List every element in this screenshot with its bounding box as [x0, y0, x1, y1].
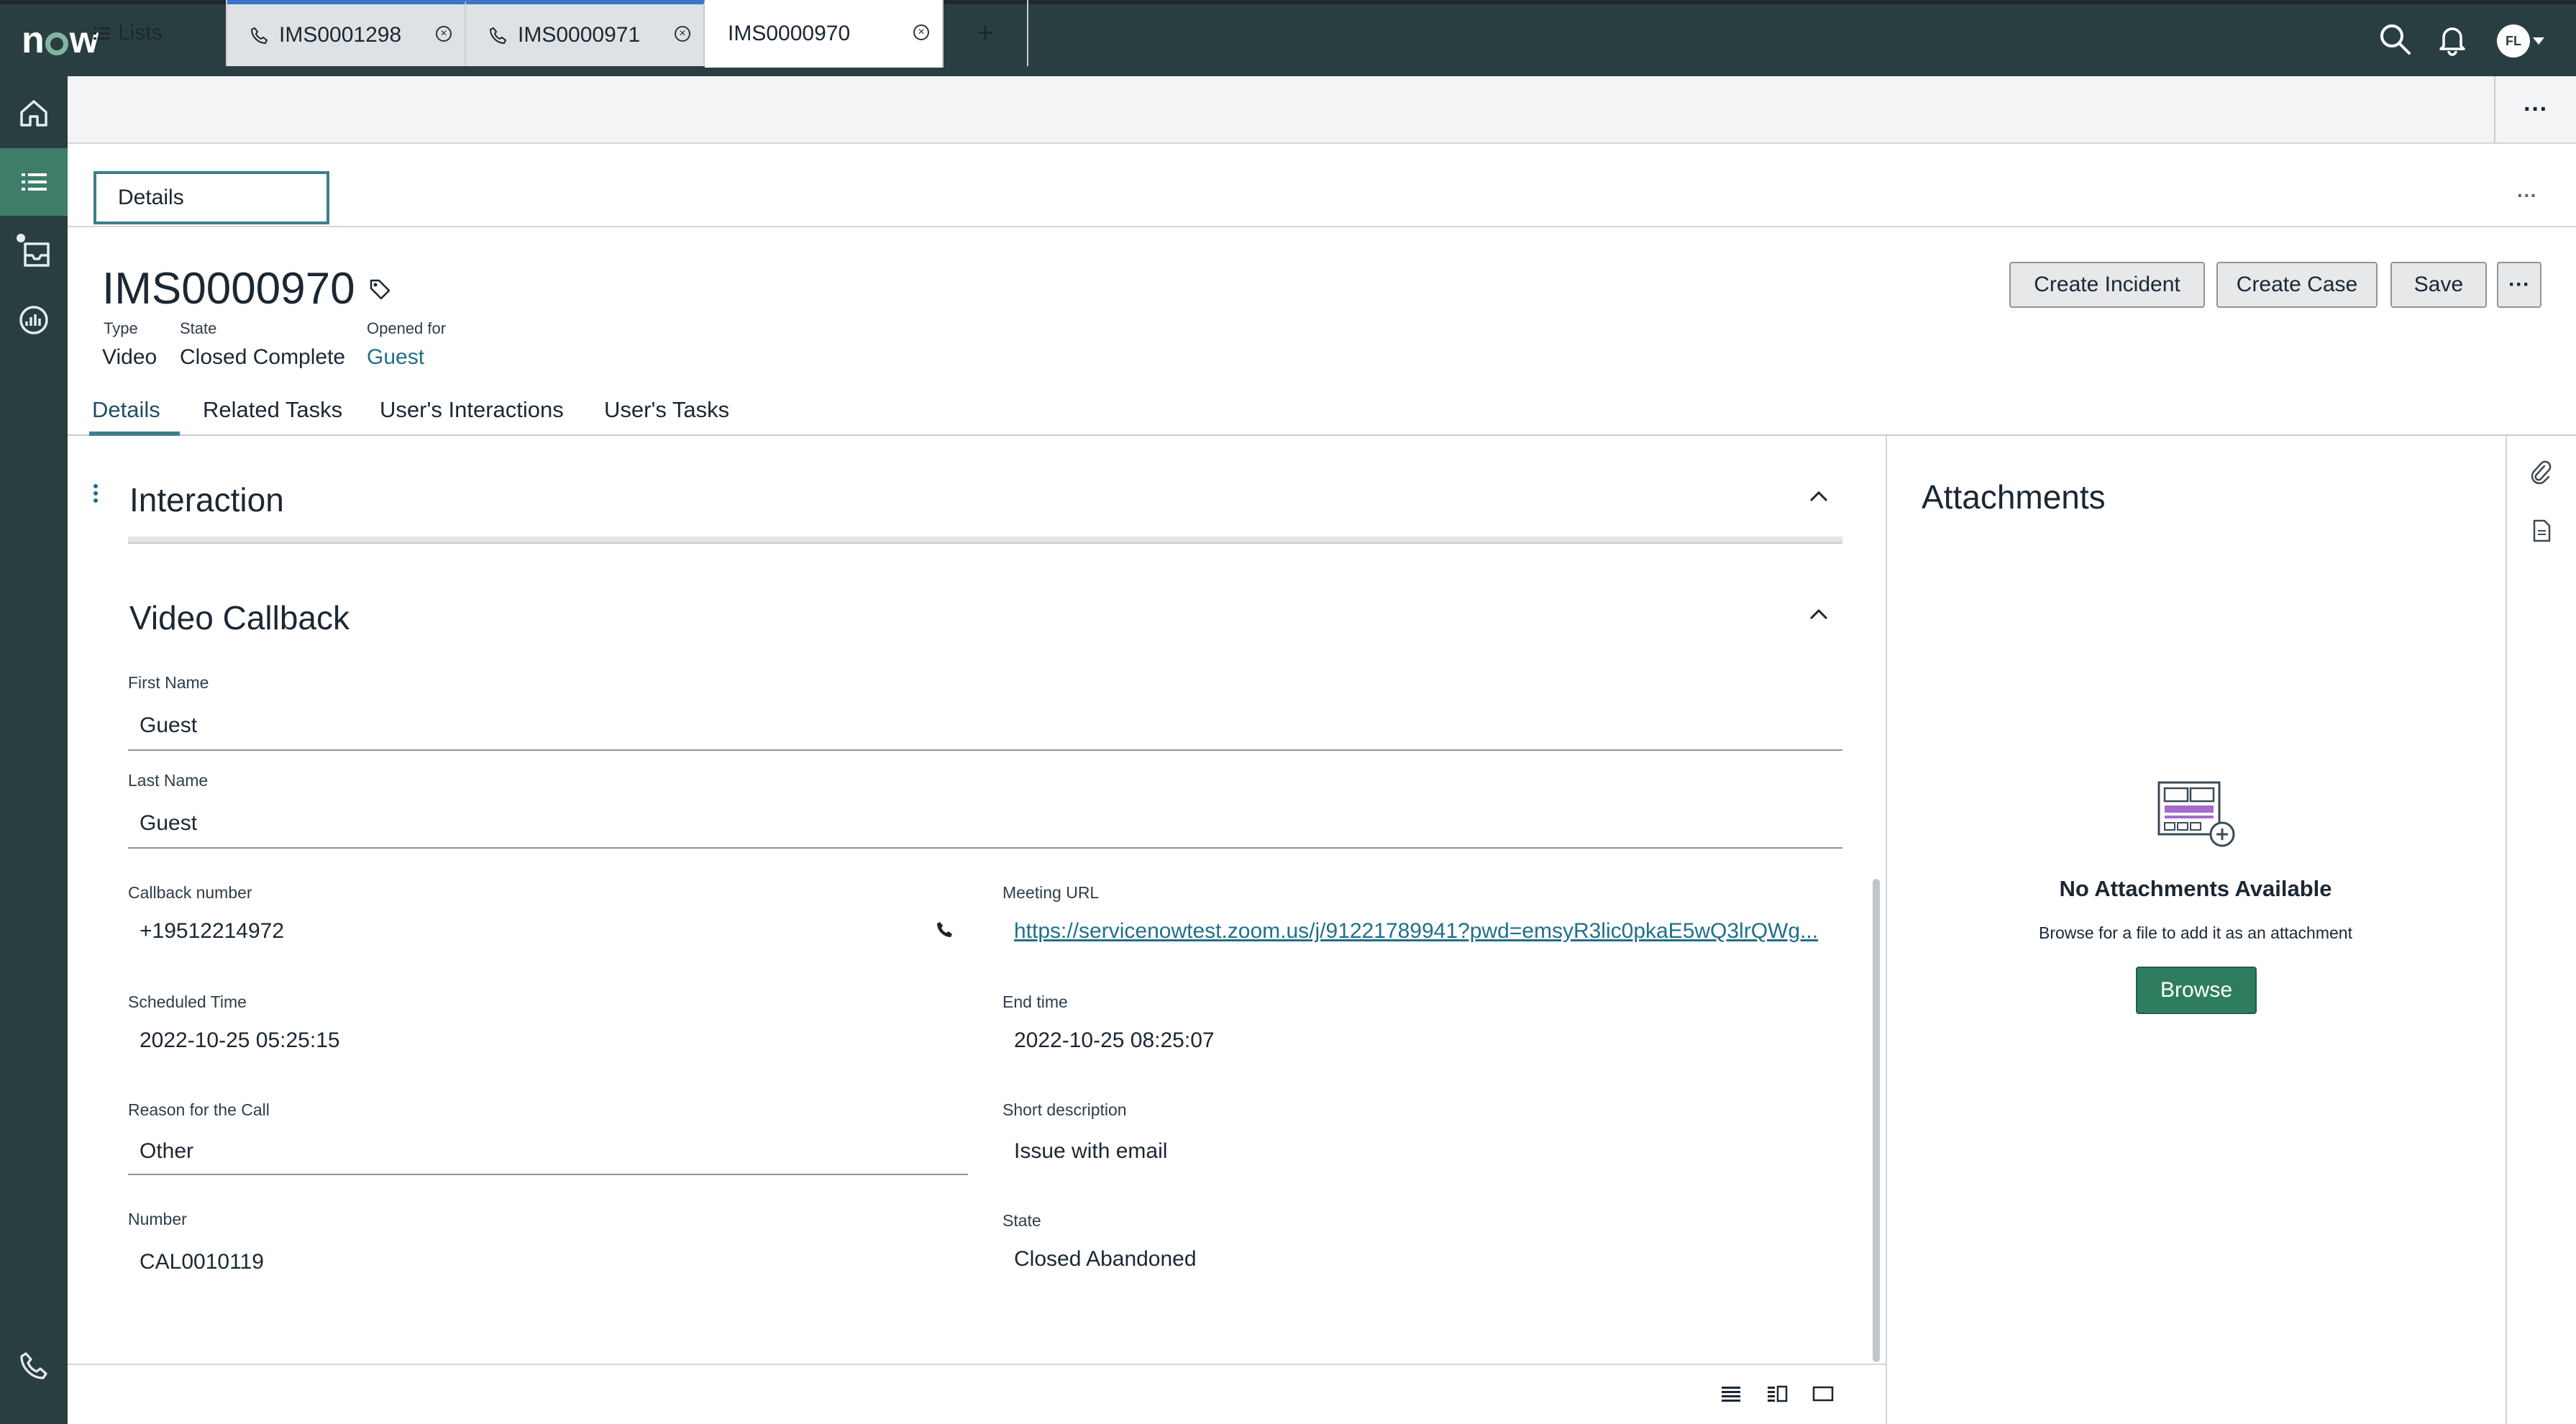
tab-more-button[interactable]: ···: [2494, 76, 2576, 142]
number-value: CAL0010119: [140, 1250, 264, 1274]
record-number: IMS0000970: [102, 264, 355, 314]
record-more-button[interactable]: ···: [2497, 262, 2541, 308]
sub-header: [68, 144, 2576, 227]
scrollbar-thumb[interactable]: [1873, 879, 1880, 1362]
tab-details[interactable]: Details: [92, 397, 160, 423]
callback-number-label: Callback number: [128, 883, 252, 902]
subheader-more-button[interactable]: ···: [2517, 184, 2537, 207]
last-name-field[interactable]: Guest: [140, 811, 197, 836]
meeting-url-link[interactable]: https://servicenowtest.zoom.us/j/9122178…: [1014, 919, 1819, 944]
search-icon[interactable]: [2378, 22, 2412, 56]
home-icon[interactable]: [0, 79, 68, 147]
section-divider: [128, 537, 1842, 544]
first-name-field[interactable]: Guest: [140, 713, 197, 738]
type-label: Type: [104, 319, 138, 337]
short-description-value: Issue with email: [1014, 1139, 1168, 1163]
form-pane: [68, 436, 1887, 1364]
bell-icon[interactable]: [2435, 22, 2470, 56]
analytics-icon[interactable]: [0, 286, 68, 354]
interaction-section-title: Interaction: [129, 481, 284, 519]
full-width-layout-icon[interactable]: [1812, 1385, 1834, 1402]
phone-icon[interactable]: [936, 921, 954, 938]
reason-label: Reason for the Call: [128, 1100, 270, 1119]
split-layout-icon[interactable]: [1766, 1385, 1788, 1402]
details-tab[interactable]: Details: [93, 171, 329, 224]
inbox-icon[interactable]: [0, 217, 68, 285]
first-name-label: First Name: [128, 673, 209, 692]
save-button[interactable]: Save: [2390, 262, 2487, 308]
opened-for-label: Opened for: [367, 319, 447, 337]
end-time-label: End time: [1002, 992, 1068, 1011]
close-icon[interactable]: ×: [913, 24, 929, 40]
create-case-button[interactable]: Create Case: [2216, 262, 2378, 308]
callback-number-field[interactable]: +19512214972: [140, 919, 284, 944]
browse-button[interactable]: Browse: [2136, 967, 2257, 1014]
attachments-empty-illustration-icon: [2156, 780, 2237, 849]
right-icon-rail: [2506, 436, 2576, 1424]
workspace-tab-bar: [68, 76, 2576, 144]
tab-lists-label: Lists: [118, 21, 163, 45]
add-tab-button[interactable]: +: [944, 0, 1028, 66]
last-name-label: Last Name: [128, 771, 209, 790]
short-description-label: Short description: [1002, 1100, 1127, 1119]
section-menu-icon[interactable]: [92, 483, 99, 505]
tab-ims0000971[interactable]: IMS0000971 ×: [466, 0, 705, 66]
field-underline: [128, 1174, 968, 1175]
tab-lists[interactable]: Lists: [68, 0, 227, 66]
state-value: Closed Complete: [180, 345, 346, 369]
scheduled-time-value: 2022-10-25 05:25:15: [140, 1028, 340, 1052]
phone-icon: [250, 26, 269, 45]
chevron-up-icon[interactable]: [1808, 607, 1830, 621]
chevron-up-icon[interactable]: [1808, 489, 1830, 503]
opened-for-link[interactable]: Guest: [367, 345, 424, 370]
tab-users-interactions[interactable]: User's Interactions: [380, 397, 564, 423]
close-icon[interactable]: ×: [436, 26, 452, 42]
call-state-value: Closed Abandoned: [1014, 1247, 1197, 1271]
state-label: State: [180, 319, 217, 337]
tab-label: IMS0001298: [279, 23, 402, 47]
chevron-down-icon[interactable]: [2533, 37, 2544, 45]
no-attachments-subtitle: Browse for a file to add it as an attach…: [2039, 923, 2352, 942]
end-time-value: 2022-10-25 08:25:07: [1014, 1028, 1215, 1052]
field-underline: [128, 847, 1842, 849]
field-underline: [128, 749, 1842, 751]
meeting-url-label: Meeting URL: [1002, 883, 1100, 902]
no-attachments-title: No Attachments Available: [2059, 876, 2332, 901]
user-avatar[interactable]: FL: [2497, 24, 2530, 58]
number-label: Number: [128, 1210, 187, 1228]
phone-icon[interactable]: [0, 1332, 68, 1400]
document-icon[interactable]: [2531, 519, 2552, 542]
reason-field[interactable]: Other: [140, 1139, 193, 1164]
tab-users-tasks[interactable]: User's Tasks: [604, 397, 729, 423]
paperclip-icon[interactable]: [2530, 460, 2552, 485]
tab-label: IMS0000971: [518, 23, 641, 47]
single-column-layout-icon[interactable]: [1720, 1385, 1742, 1402]
close-icon[interactable]: ×: [675, 26, 690, 42]
call-state-label: State: [1002, 1211, 1041, 1230]
type-value: Video: [102, 345, 157, 369]
video-callback-section-title: Video Callback: [129, 599, 350, 636]
scheduled-time-label: Scheduled Time: [128, 992, 247, 1011]
list-icon: [93, 25, 111, 41]
attachments-title: Attachments: [1922, 478, 2106, 516]
tab-ims0000970[interactable]: IMS0000970 ×: [705, 0, 944, 68]
tab-related-tasks[interactable]: Related Tasks: [203, 397, 342, 423]
tab-label: IMS0000970: [728, 22, 851, 45]
phone-icon: [489, 26, 508, 45]
tag-icon[interactable]: [368, 278, 391, 301]
tab-ims0001298[interactable]: IMS0001298 ×: [227, 0, 466, 66]
list-icon[interactable]: [0, 148, 68, 216]
layout-toolbar: [68, 1364, 1887, 1424]
create-incident-button[interactable]: Create Incident: [2009, 262, 2205, 308]
